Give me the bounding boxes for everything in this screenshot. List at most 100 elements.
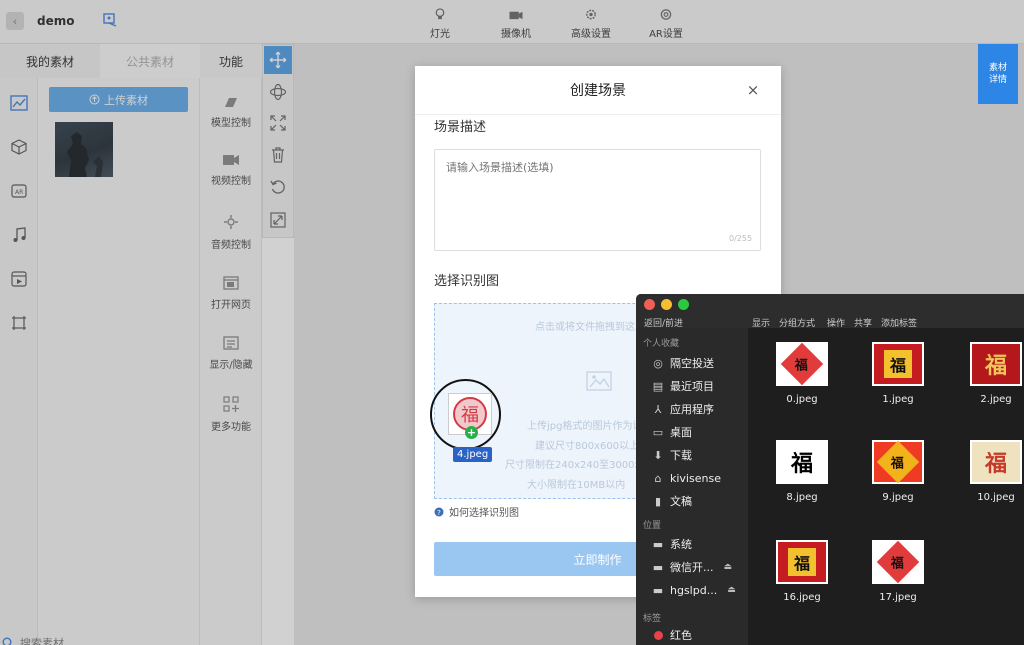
dialog-title: 创建场景	[570, 83, 626, 99]
recents-icon: ▤	[652, 379, 664, 393]
file-thumbnail: 福	[872, 440, 924, 484]
red-tag-dot	[650, 628, 666, 642]
file-thumbnail: 福	[776, 540, 828, 584]
disk-icon: ▬	[652, 583, 664, 597]
share-button[interactable]: 共享	[854, 316, 872, 329]
question-icon: ?	[434, 507, 444, 517]
sidebar-tag-red[interactable]: 红色	[650, 626, 692, 644]
zoom-window-button[interactable]	[678, 299, 689, 310]
sidebar-item-applications[interactable]: ⅄ 应用程序	[650, 400, 714, 418]
sidebar-item-label: 最近项目	[670, 380, 714, 393]
sidebar-item-label: 桌面	[670, 426, 692, 439]
sidebar-item-label: 红色	[670, 629, 692, 642]
locations-header: 位置	[643, 521, 662, 531]
add-tag-button[interactable]: 添加标签	[881, 316, 917, 329]
file-name: 16.jpeg	[783, 592, 821, 603]
fu-glyph: 福	[876, 440, 920, 484]
finder-sidebar: 个人收藏 ◎ 隔空投送 ▤ 最近项目 ⅄ 应用程序 ▭ 桌面 ⬇ 下载 ⌂ kivisens…	[636, 328, 748, 645]
sidebar-item-downloads[interactable]: ⬇ 下载	[650, 446, 692, 464]
drop-zone-rule: 大小限制在10MB以内	[527, 480, 626, 491]
airdrop-icon: ◎	[653, 356, 663, 370]
sidebar-item-wechat[interactable]: ▬ 微信开... ⏏	[650, 558, 732, 576]
download-icon: ⬇	[653, 448, 663, 462]
file-item[interactable]: 福 1.jpeg	[860, 342, 936, 405]
sidebar-item-airdrop[interactable]: ◎ 隔空投送	[650, 354, 714, 372]
file-item[interactable]: 福 0.jpeg	[764, 342, 840, 405]
close-window-button[interactable]	[644, 299, 655, 310]
file-thumbnail: 福	[970, 342, 1022, 386]
drop-zone-rule: 尺寸限制在240x240至3000x3000	[505, 460, 655, 471]
applications-icon: ⅄	[654, 402, 662, 416]
scene-description-label: 场景描述	[434, 120, 487, 135]
file-item[interactable]: 福 16.jpeg	[764, 540, 840, 603]
file-thumbnail: 福	[872, 540, 924, 584]
view-button[interactable]: 显示	[752, 316, 770, 329]
fu-glyph: 福	[780, 342, 824, 386]
action-button[interactable]: 操作	[827, 316, 845, 329]
recognition-image-label: 选择识别图	[434, 274, 500, 289]
file-name: 10.jpeg	[977, 492, 1015, 503]
finder-window: 返回/前进 显示 分组方式 操作 共享 添加标签 个人收藏 ◎ 隔空投送 ▤ 最近项…	[636, 294, 1024, 645]
drop-zone-rule: 建议尺寸800x600以上	[535, 441, 640, 452]
file-name: 2.jpeg	[980, 394, 1012, 405]
char-counter: 0/255	[729, 234, 753, 243]
tags-header: 标签	[643, 614, 662, 624]
sidebar-item-label: 下载	[670, 449, 692, 462]
how-to-choose-link[interactable]: ? 如何选择识别图	[434, 504, 519, 519]
dragged-file-name: 4.jpeg	[453, 447, 493, 462]
fu-glyph: 福	[984, 451, 1007, 477]
disk-icon: ▬	[652, 560, 664, 574]
sidebar-item-label: hgslpd...	[670, 583, 718, 597]
file-name: 17.jpeg	[879, 592, 917, 603]
sidebar-item-label: 应用程序	[670, 403, 714, 416]
file-item[interactable]: 福 2.jpeg	[958, 342, 1024, 405]
file-item[interactable]: 福 9.jpeg	[860, 440, 936, 503]
fu-glyph: 福	[876, 540, 920, 584]
file-name: 9.jpeg	[882, 492, 914, 503]
drop-zone-hint: 点击或将文件拖拽到这里上传	[535, 322, 655, 333]
minimize-window-button[interactable]	[661, 299, 672, 310]
fu-glyph: 福	[984, 353, 1007, 379]
file-thumbnail: 福	[776, 342, 828, 386]
fu-glyph: 福	[788, 548, 816, 576]
file-item[interactable]: 福 8.jpeg	[764, 440, 840, 503]
sidebar-item-label: 文稿	[670, 495, 692, 508]
group-by-button[interactable]: 分组方式	[779, 316, 815, 329]
finder-toolbar: 返回/前进 显示 分组方式 操作 共享 添加标签	[636, 294, 1024, 329]
material-detail-button[interactable]: 素材 详情	[978, 44, 1018, 104]
file-name: 0.jpeg	[786, 394, 818, 405]
picture-icon	[585, 370, 613, 392]
file-item[interactable]: 福 10.jpeg	[958, 440, 1024, 503]
sidebar-item-home[interactable]: ⌂ kivisense	[650, 469, 721, 487]
favorites-header: 个人收藏	[643, 339, 680, 349]
svg-text:?: ?	[437, 509, 441, 517]
close-icon[interactable]: ×	[745, 81, 761, 99]
file-thumbnail: 福	[872, 342, 924, 386]
sidebar-item-hgslpd[interactable]: ▬ hgslpd... ⏏	[650, 581, 736, 599]
disk-icon: ▬	[652, 537, 664, 551]
file-thumbnail: 福	[776, 440, 828, 484]
documents-icon: ▮	[654, 494, 662, 508]
dialog-divider	[415, 114, 781, 115]
sidebar-item-label: 微信开...	[670, 561, 714, 574]
file-thumbnail: 福	[970, 440, 1022, 484]
sidebar-item-label: 隔空投送	[670, 357, 714, 370]
fu-glyph: 福	[884, 350, 912, 378]
file-item[interactable]: 福 17.jpeg	[860, 540, 936, 603]
sidebar-item-label: 系统	[670, 538, 692, 551]
eject-icon[interactable]: ⏏	[724, 562, 733, 572]
copy-plus-icon: +	[465, 426, 478, 439]
fu-glyph: 福	[790, 451, 813, 477]
desktop-icon: ▭	[652, 425, 664, 439]
sidebar-item-desktop[interactable]: ▭ 桌面	[650, 423, 692, 441]
sidebar-item-label: kivisense	[670, 471, 721, 485]
file-name: 1.jpeg	[882, 394, 914, 405]
sidebar-item-recents[interactable]: ▤ 最近项目	[650, 377, 714, 395]
home-icon: ⌂	[654, 471, 662, 485]
scene-description-input[interactable]	[434, 149, 761, 251]
sidebar-item-system[interactable]: ▬ 系统	[650, 535, 692, 553]
eject-icon[interactable]: ⏏	[727, 585, 736, 595]
file-name: 8.jpeg	[786, 492, 818, 503]
sidebar-item-documents[interactable]: ▮ 文稿	[650, 492, 692, 510]
how-to-label: 如何选择识别图	[449, 508, 519, 519]
